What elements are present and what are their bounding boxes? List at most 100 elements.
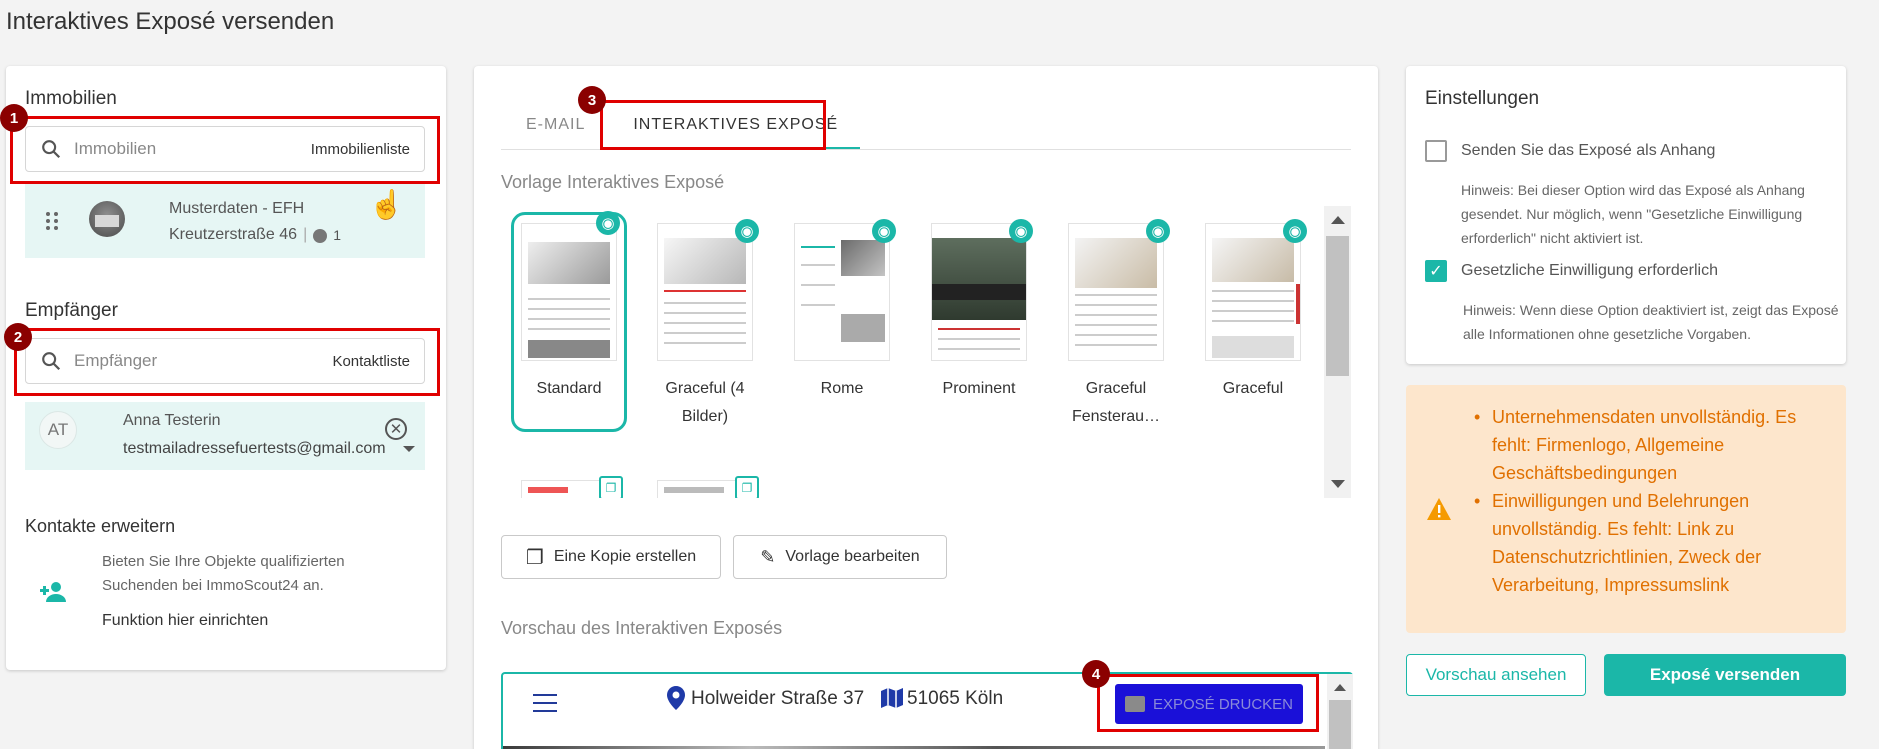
globe-icon: ◉: [735, 219, 759, 243]
template-thumbnail: [1205, 223, 1301, 361]
preview-street: Holweider Straße 37: [691, 688, 865, 709]
kontakte-text: Bieten Sie Ihre Objekte qualifizierten S…: [102, 553, 345, 594]
template-name: Graceful: [1222, 380, 1284, 397]
template-thumbnail: [1068, 223, 1164, 361]
kontakte-title: Kontakte erweitern: [25, 516, 176, 536]
template-graceful[interactable]: ◉ Graceful: [1195, 219, 1311, 403]
copy-template-label: Eine Kopie erstellen: [553, 548, 697, 565]
consent-required-checkbox[interactable]: ✓: [1425, 260, 1447, 282]
template-name: Standard: [536, 380, 602, 397]
annotation-frame-3: [600, 100, 826, 150]
checkmark-icon: ✓: [1429, 263, 1443, 280]
recipient-list-item[interactable]: AT Anna Testerin testmailadressefuertest…: [25, 402, 425, 470]
preview-button[interactable]: Vorschau ansehen: [1406, 654, 1586, 696]
template-grid: ◉ Standard ◉ Graceful (4 Bilder) ◉ Rome: [501, 206, 1335, 498]
funktion-einrichten-link[interactable]: Funktion hier einrichten: [102, 612, 268, 630]
immobilien-search-input[interactable]: Immobilien Immobilienliste: [25, 126, 425, 172]
globe-icon: ◉: [1146, 219, 1170, 243]
page-title: Interaktives Exposé versenden: [6, 8, 335, 35]
copy-icon: ❐: [735, 476, 759, 498]
template-name: Prominent: [942, 380, 1016, 397]
preview-title: Vorschau des Interaktiven Exposés: [501, 618, 783, 638]
property-address: Kreutzerstraße 46: [169, 226, 298, 243]
drag-handle-icon[interactable]: [45, 211, 59, 231]
menu-icon[interactable]: [533, 694, 557, 712]
attach-expose-label: Senden Sie das Exposé als Anhang: [1461, 142, 1716, 159]
location-pin-icon: [667, 686, 685, 710]
annotation-frame-4: [1097, 674, 1319, 732]
vorlage-title: Vorlage Interaktives Exposé: [501, 172, 725, 192]
map-icon: [881, 688, 903, 713]
warning-item: Unternehmensdaten unvollständig. Es fehl…: [1470, 403, 1826, 487]
remove-recipient-icon[interactable]: ✕: [385, 418, 407, 440]
property-contact-count: 1: [333, 227, 342, 243]
template-rome[interactable]: ◉ Rome: [784, 219, 900, 403]
scroll-up-icon[interactable]: [1331, 216, 1345, 224]
search-icon: [42, 352, 61, 371]
annotation-marker-3: 3: [578, 86, 606, 114]
annotation-marker-2: 2: [4, 323, 32, 351]
template-thumbnail: [931, 223, 1027, 361]
settings-title: Einstellungen: [1425, 88, 1540, 109]
template-name: Graceful Fensterau…: [1071, 380, 1161, 425]
consent-required-label: Gesetzliche Einwilligung erforderlich: [1461, 262, 1719, 279]
empfaenger-search-placeholder: Empfänger: [74, 351, 158, 370]
warning-item: Einwilligungen und Belehrungen unvollstä…: [1470, 487, 1826, 599]
annotation-marker-4: 4: [1082, 660, 1110, 688]
copy-icon: ❐: [525, 546, 544, 569]
template-name: Graceful (4 Bilder): [665, 380, 745, 425]
attach-expose-hint: Hinweis: Bei dieser Option wird das Expo…: [1461, 182, 1805, 246]
preview-city: 51065 Köln: [907, 688, 1004, 709]
search-icon: [42, 140, 61, 159]
property-name: Musterdaten - EFH: [169, 200, 305, 217]
middle-panel: E-MAIL INTERAKTIVES EXPOSÉ Vorlage Inter…: [474, 66, 1378, 749]
warning-box: Unternehmensdaten unvollständig. Es fehl…: [1406, 385, 1846, 633]
immobilienliste-link[interactable]: Immobilienliste: [311, 141, 410, 158]
preview-scrollbar[interactable]: [1327, 674, 1353, 749]
chevron-down-icon[interactable]: [403, 446, 415, 452]
globe-icon: ◉: [872, 219, 896, 243]
globe-icon: ◉: [1009, 219, 1033, 243]
consent-required-hint: Hinweis: Wenn diese Option deaktiviert i…: [1463, 302, 1839, 342]
annotation-marker-1: 1: [0, 104, 28, 132]
edit-template-label: Vorlage bearbeiten: [785, 548, 920, 565]
left-panel: Immobilien Immobilien Immobilienliste Mu…: [6, 66, 446, 670]
recipient-name: Anna Testerin: [123, 412, 221, 429]
template-graceful-fenster[interactable]: ◉ Graceful Fensterau…: [1058, 219, 1174, 431]
immobilien-title: Immobilien: [25, 88, 117, 109]
template-graceful-4[interactable]: ◉ Graceful (4 Bilder): [647, 219, 763, 431]
globe-icon: ◉: [596, 211, 620, 235]
hand-cursor-icon: ☝: [369, 189, 404, 220]
empfaenger-search-input[interactable]: Empfänger Kontaktliste: [25, 338, 425, 384]
edit-template-button[interactable]: ✎ Vorlage bearbeiten: [733, 535, 947, 579]
settings-panel: Einstellungen Senden Sie das Exposé als …: [1406, 66, 1846, 364]
attach-expose-checkbox[interactable]: [1425, 140, 1447, 162]
template-custom-1[interactable]: ❐: [511, 476, 627, 498]
template-thumbnail: [521, 223, 617, 361]
copy-template-button[interactable]: ❐ Eine Kopie erstellen: [501, 535, 721, 579]
warning-icon: [1427, 498, 1451, 520]
send-expose-button[interactable]: Exposé versenden: [1604, 654, 1846, 696]
person-icon: [313, 229, 328, 243]
warning-list: Unternehmensdaten unvollständig. Es fehl…: [1470, 403, 1826, 599]
pencil-icon: ✎: [760, 546, 776, 567]
recipient-email: testmailadressefuertests@gmail.com: [123, 440, 386, 457]
scroll-down-icon[interactable]: [1331, 480, 1345, 488]
template-prominent[interactable]: ◉ Prominent: [921, 219, 1037, 403]
copy-icon: ❐: [599, 476, 623, 498]
template-name: Rome: [820, 380, 864, 397]
template-thumbnail: [657, 223, 753, 361]
add-person-icon: [40, 582, 66, 602]
kontaktliste-link[interactable]: Kontaktliste: [332, 353, 410, 370]
globe-icon: ◉: [1283, 219, 1307, 243]
immobilien-list-item[interactable]: Musterdaten - EFH Kreutzerstraße 46 | 1 …: [25, 184, 425, 258]
property-thumbnail: [89, 201, 125, 237]
template-standard[interactable]: ◉ Standard: [511, 211, 627, 432]
template-thumbnail: [794, 223, 890, 361]
immobilien-search-placeholder: Immobilien: [74, 139, 157, 158]
empfaenger-title: Empfänger: [25, 300, 118, 321]
recipient-avatar: AT: [39, 411, 77, 449]
template-scrollbar[interactable]: [1324, 206, 1351, 498]
template-custom-2[interactable]: ❐: [647, 476, 763, 498]
scrollbar-thumb[interactable]: [1326, 236, 1349, 376]
